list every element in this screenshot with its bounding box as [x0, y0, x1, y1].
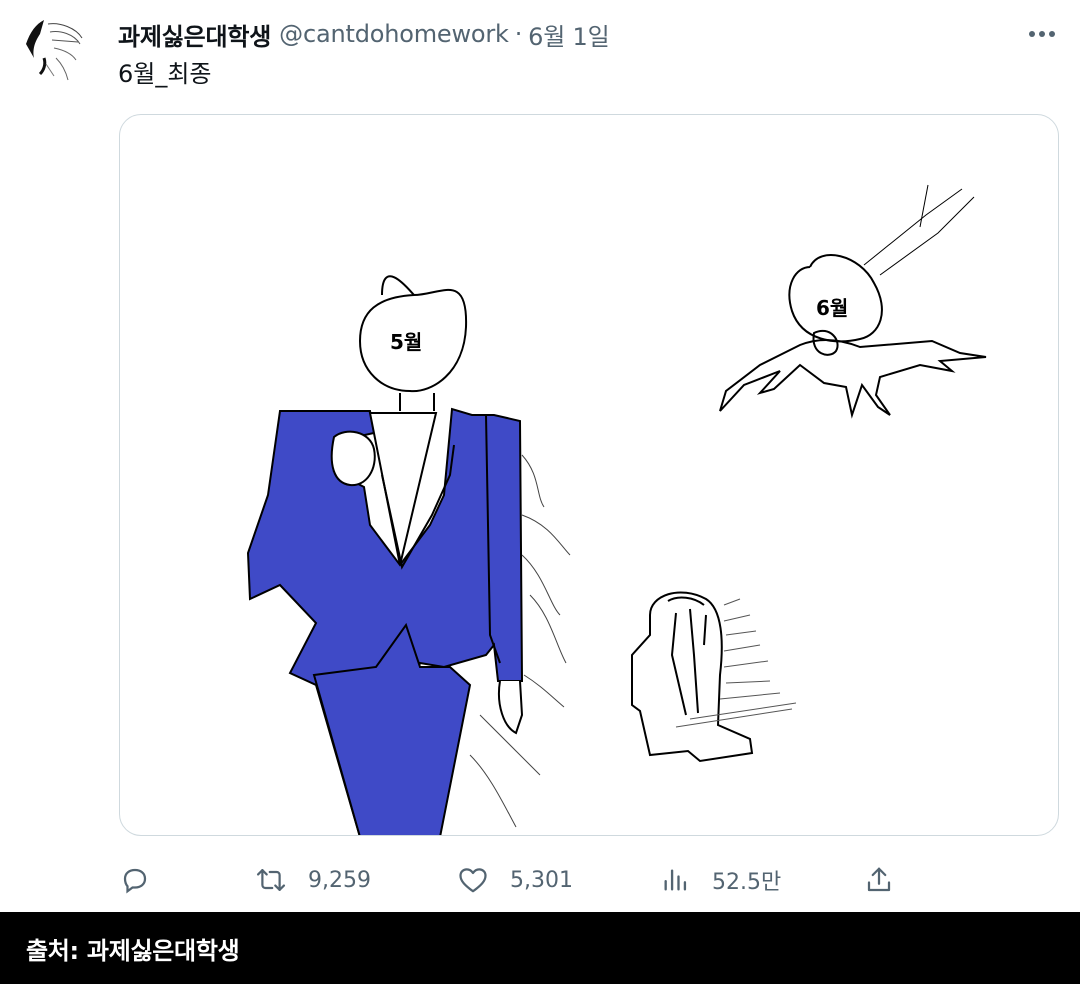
more-options-button[interactable]	[1026, 20, 1058, 48]
head-label-june: 6월	[816, 296, 848, 320]
share-icon	[862, 863, 896, 897]
like-count: 5,301	[510, 867, 573, 893]
suit-figure	[246, 407, 524, 835]
share-button[interactable]	[862, 858, 896, 902]
bar-chart-icon	[658, 863, 692, 897]
avatar-drawing-icon	[26, 20, 83, 81]
header-separator: ·	[514, 20, 523, 48]
views-button[interactable]: 52.5만	[658, 858, 781, 902]
retweet-button[interactable]: 9,259	[254, 858, 371, 902]
retweet-count: 9,259	[308, 867, 371, 893]
reply-button[interactable]	[118, 858, 152, 902]
views-count: 52.5만	[712, 870, 782, 895]
more-horizontal-icon	[1029, 31, 1055, 37]
source-caption: 출처: 과제싫은대학생	[26, 937, 240, 965]
tweet-text: 6월_최종	[118, 60, 212, 88]
tweet-date[interactable]: 6월 1일	[528, 17, 610, 52]
display-name[interactable]: 과제싫은대학생	[118, 17, 271, 52]
user-handle[interactable]: @cantdohomework	[279, 20, 509, 48]
retweet-icon	[254, 863, 288, 897]
tweet-image[interactable]: 5월 6월	[119, 114, 1059, 836]
reply-icon	[118, 863, 152, 897]
heart-icon	[456, 863, 490, 897]
like-button[interactable]: 5,301	[456, 858, 573, 902]
tweet-header: 과제싫은대학생 @cantdohomework · 6월 1일	[118, 14, 1080, 54]
tweet-actions: 9,259 5,301 52.5만	[118, 858, 1018, 902]
head-label-may: 5월	[390, 330, 422, 354]
drawing-illustration: 5월 6월	[246, 184, 987, 835]
avatar[interactable]	[20, 14, 92, 86]
source-caption-bar: 출처: 과제싫은대학생	[0, 912, 1080, 984]
